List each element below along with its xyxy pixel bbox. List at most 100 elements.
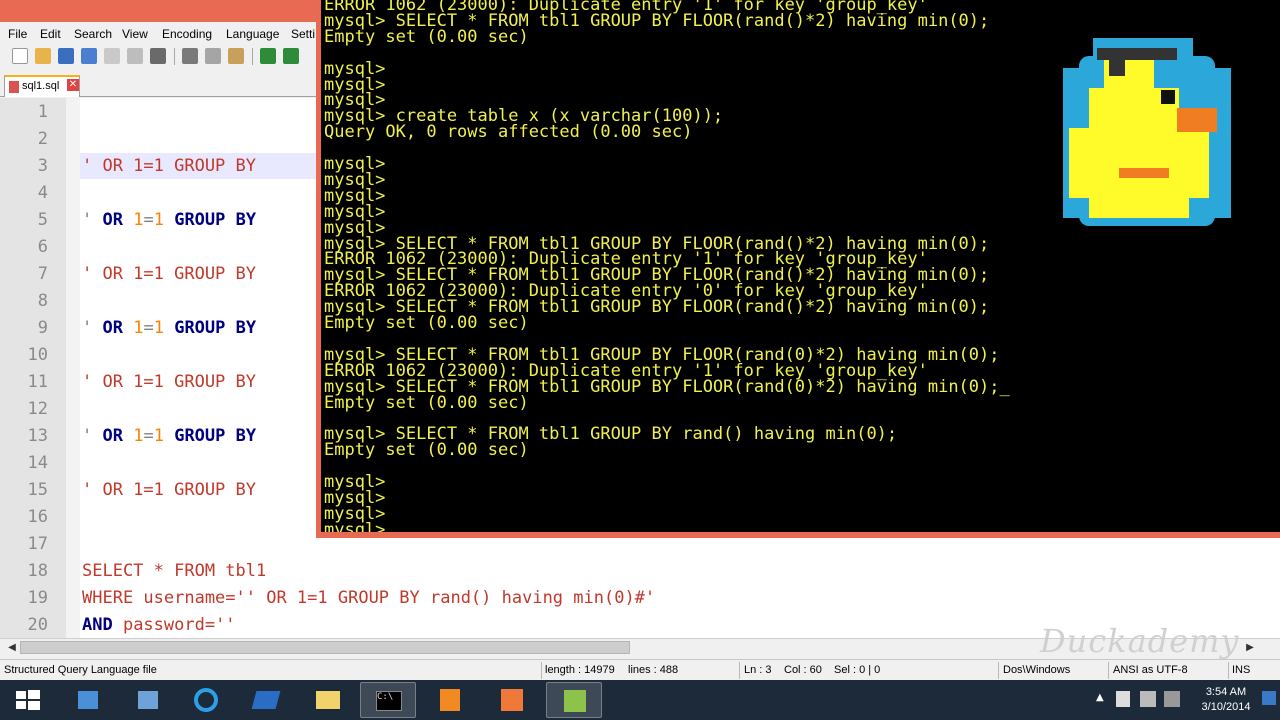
code-token: OR: [102, 210, 134, 230]
clock[interactable]: 3:54 AM 3/10/2014: [1200, 685, 1252, 715]
menu-language[interactable]: Language: [226, 27, 279, 41]
sublime-button[interactable]: [422, 682, 478, 718]
code-token: ' OR 1=1 GROUP BY: [82, 264, 256, 284]
menu-search[interactable]: Search: [74, 27, 112, 41]
console-line: Query OK, 0 rows affected (0.00 sec): [324, 122, 693, 143]
show-hidden-icons-icon[interactable]: ▲: [1096, 692, 1104, 703]
notepadpp-icon: [564, 690, 586, 712]
code-token: 1: [133, 426, 144, 446]
print-icon[interactable]: [150, 48, 166, 64]
server-manager-icon: [78, 691, 98, 709]
toolbar-separator: [174, 48, 175, 65]
code-token: 1: [133, 318, 144, 338]
copy-icon[interactable]: [205, 48, 221, 64]
console-line: Empty set (0.00 sec): [324, 440, 529, 461]
powershell-button[interactable]: [238, 682, 294, 718]
powershell-icon: [251, 691, 281, 709]
code-line: SELECT * FROM tbl1: [82, 561, 266, 581]
paste-icon[interactable]: [228, 48, 244, 64]
status-ln: Ln : 3: [744, 664, 772, 676]
status-divider: [998, 662, 999, 679]
code-line: ' OR 1=1 GROUP BY: [82, 372, 256, 392]
line-number: 8: [37, 291, 48, 311]
save-all-icon[interactable]: [81, 48, 97, 64]
line-number: 4: [37, 183, 48, 203]
notepadpp-button[interactable]: [546, 682, 602, 718]
close-all-icon[interactable]: [127, 48, 143, 64]
scroll-thumb[interactable]: [20, 641, 630, 654]
windows-taskbar: C:\ ▲ 3:54 AM 3/10/2014: [0, 680, 1280, 720]
close-tab-icon[interactable]: ✕: [67, 79, 79, 91]
new-file-icon[interactable]: [12, 48, 28, 64]
command-prompt-button[interactable]: C:\: [360, 682, 416, 718]
status-lines: lines : 488: [628, 664, 679, 676]
code-token: =: [143, 426, 154, 446]
line-number: 19: [27, 588, 48, 608]
scroll-right-icon[interactable]: ▶: [1242, 640, 1258, 655]
line-number: 20: [27, 615, 48, 635]
code-token: 1: [153, 426, 164, 446]
tab-sql1[interactable]: sql1.sql ✕: [4, 75, 80, 97]
line-number: 12: [27, 399, 48, 419]
code-token: ' OR 1=1 GROUP BY: [82, 156, 256, 176]
file-icon: [9, 81, 19, 93]
line-number: 9: [37, 318, 48, 338]
save-icon[interactable]: [58, 48, 74, 64]
line-number: 16: [27, 507, 48, 527]
internet-explorer-button[interactable]: [178, 682, 234, 718]
code-token: ': [82, 318, 103, 338]
line-number: 11: [27, 372, 48, 392]
open-folder-icon[interactable]: [35, 48, 51, 64]
mysql-console[interactable]: ERROR 1062 (23000): Duplicate entry '1' …: [321, 0, 1280, 532]
redo-icon[interactable]: [283, 48, 299, 64]
menu-encoding[interactable]: Encoding: [162, 27, 212, 41]
network-button[interactable]: [120, 682, 176, 718]
menu-edit[interactable]: Edit: [40, 27, 61, 41]
action-center-icon[interactable]: [1116, 691, 1130, 707]
network-status-icon[interactable]: [1140, 691, 1156, 707]
fold-margin: [66, 98, 80, 638]
code-line: ' OR 1=1 GROUP BY: [82, 264, 256, 284]
status-divider: [1228, 662, 1229, 679]
console-line: Empty set (0.00 sec): [324, 26, 529, 47]
toolbar-separator: [252, 48, 253, 65]
clock-date: 3/10/2014: [1201, 701, 1251, 713]
server-manager-button[interactable]: [60, 682, 116, 718]
code-token: GROUP BY: [174, 426, 257, 446]
code-token: ': [82, 426, 103, 446]
line-number: 5: [37, 210, 48, 230]
console-line: mysql>: [324, 519, 386, 532]
line-number: 15: [27, 480, 48, 500]
status-sel: Sel : 0 | 0: [834, 664, 881, 676]
code-line: ' OR 1=1 GROUP BY: [82, 318, 256, 338]
menu-settings[interactable]: Setti: [291, 27, 315, 41]
code-line: AND password='': [82, 615, 236, 635]
code-token: OR: [102, 318, 134, 338]
code-token: AND: [82, 615, 123, 635]
line-number: 18: [27, 561, 48, 581]
code-line: ' OR 1=1 GROUP BY: [82, 156, 256, 176]
volume-icon[interactable]: [1164, 691, 1180, 707]
code-token: WHERE username='' OR 1=1 GROUP BY rand()…: [82, 588, 656, 608]
show-desktop-icon[interactable]: [1262, 691, 1276, 705]
title-bar[interactable]: [0, 0, 320, 22]
xampp-button[interactable]: [484, 682, 540, 718]
menu-file[interactable]: File: [8, 27, 27, 41]
code-token: ' OR 1=1 GROUP BY: [82, 480, 256, 500]
code-line: ' OR 1=1 GROUP BY: [82, 480, 256, 500]
code-line: ' OR 1=1 GROUP BY: [82, 210, 256, 230]
undo-icon[interactable]: [260, 48, 276, 64]
start-button[interactable]: [0, 682, 56, 718]
menu-view[interactable]: View: [122, 27, 148, 41]
cut-icon[interactable]: [182, 48, 198, 64]
code-token: SELECT * FROM tbl1: [82, 561, 267, 581]
line-number: 14: [27, 453, 48, 473]
internet-explorer-icon: [194, 688, 218, 712]
line-number-gutter: [0, 98, 66, 638]
clock-time: 3:54 AM: [1205, 686, 1247, 698]
command-prompt-icon: C:\: [376, 691, 402, 711]
file-explorer-button[interactable]: [300, 682, 356, 718]
line-number: 17: [27, 534, 48, 554]
close-file-icon[interactable]: [104, 48, 120, 64]
scroll-left-icon[interactable]: ◀: [4, 640, 20, 655]
